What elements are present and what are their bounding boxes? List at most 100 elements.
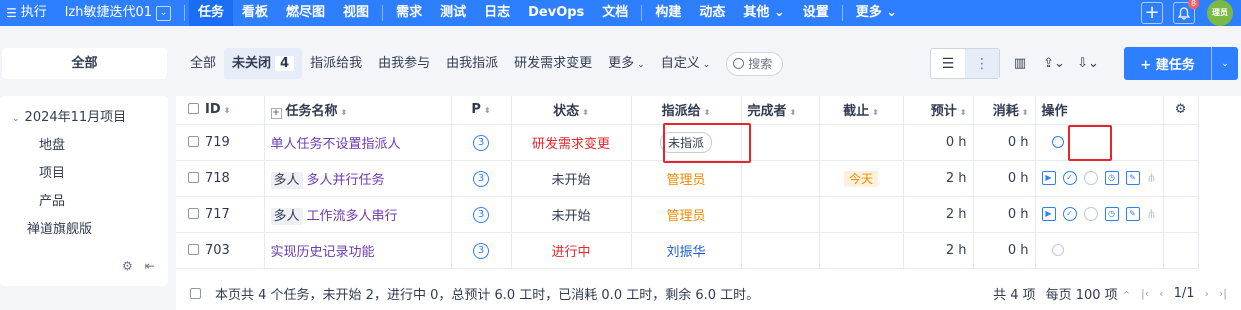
tree-root-item[interactable]: ⌄ 2024年11月项目 xyxy=(12,106,126,125)
start-icon[interactable]: ▶ xyxy=(1041,207,1056,221)
last-page-icon[interactable]: ›| xyxy=(1219,287,1227,300)
sort-icon[interactable]: ⬍ xyxy=(484,106,491,115)
col-status[interactable]: 状态 ⬍ xyxy=(511,96,632,125)
project-switcher[interactable]: lzh敏捷迭代01 ⌄ xyxy=(56,0,180,26)
table-row[interactable]: 718 多人 多人并行任务 3 未开始 管理员 今天 2 h 0 h ▶ ✓ ◷ … xyxy=(176,160,1199,197)
create-task-button[interactable]: + 建任务 ⌄ xyxy=(1124,47,1238,80)
col-id[interactable]: ID ⬍ xyxy=(176,96,265,125)
filter-participated[interactable]: 由我参与 xyxy=(370,48,438,79)
nav-tab-view[interactable]: 视图 xyxy=(334,0,378,26)
column-settings-gear-icon[interactable]: ⚙ xyxy=(1163,96,1199,125)
col-finished-by[interactable]: 完成者 ⬍ xyxy=(741,96,820,125)
next-page-icon[interactable]: › xyxy=(1204,287,1208,300)
footer-select-checkbox[interactable] xyxy=(190,287,201,299)
collapse-sidebar-icon[interactable]: ⇤ xyxy=(145,259,155,273)
report-chart-icon[interactable]: ▥ xyxy=(1006,56,1034,71)
col-estimate[interactable]: 预计 ⬍ xyxy=(903,96,974,125)
edit-icon[interactable]: ✎ xyxy=(1125,171,1140,185)
nav-tab-test[interactable]: 测试 xyxy=(431,0,475,26)
row-checkbox[interactable] xyxy=(188,243,199,255)
row-checkbox[interactable] xyxy=(188,171,199,183)
task-name-link[interactable]: 多人并行任务 xyxy=(307,173,385,188)
exec-menu[interactable]: ☰ 执行 xyxy=(0,0,56,26)
nav-tab-log[interactable]: 日志 xyxy=(475,0,519,26)
tree-item-project[interactable]: 项目 xyxy=(39,162,65,181)
sort-icon[interactable]: ⬍ xyxy=(960,108,967,117)
tree-item-product[interactable]: 产品 xyxy=(39,190,65,209)
sort-icon[interactable]: ⬍ xyxy=(790,108,797,117)
filter-unclosed[interactable]: 未关闭 4 xyxy=(224,48,303,79)
per-page-select[interactable]: 每页 100 项 ⌃ xyxy=(1046,284,1131,303)
row-checkbox[interactable] xyxy=(188,207,199,219)
start-icon[interactable]: ▶ xyxy=(1041,171,1056,185)
task-name-link[interactable]: 工作流多人串行 xyxy=(307,209,398,224)
nav-tab-other[interactable]: 其他 ⌄ xyxy=(734,0,793,26)
expand-all-icon[interactable]: + xyxy=(270,108,282,120)
sort-icon[interactable]: ⬍ xyxy=(341,108,348,117)
pause-power-icon[interactable] xyxy=(1083,171,1098,185)
col-name[interactable]: + 任务名称 ⬍ xyxy=(264,96,452,125)
col-pri[interactable]: P ⬍ xyxy=(451,96,512,125)
split-task-icon[interactable]: ⋔ xyxy=(1147,207,1157,221)
task-name-link[interactable]: 实现历史记录功能 xyxy=(271,245,375,260)
chevron-down-icon[interactable]: ⌄ xyxy=(1212,59,1238,69)
search-button[interactable]: 搜索 xyxy=(726,51,784,76)
edit-icon[interactable]: ✎ xyxy=(1125,207,1140,221)
filter-assigned-to-me[interactable]: 指派给我 xyxy=(302,48,370,79)
nav-tab-kanban[interactable]: 看板 xyxy=(233,0,277,26)
row-checkbox[interactable] xyxy=(188,135,199,147)
sort-icon[interactable]: ⬍ xyxy=(704,108,711,117)
gear-icon[interactable]: ⚙ xyxy=(122,259,133,273)
sort-icon[interactable]: ⬍ xyxy=(582,108,589,117)
filter-all[interactable]: 全部 xyxy=(182,48,224,79)
avatar[interactable]: 理员 xyxy=(1207,0,1233,26)
nav-tab-build[interactable]: 构建 xyxy=(646,0,690,26)
chevron-down-icon[interactable]: ⌄ xyxy=(12,114,20,124)
filter-custom[interactable]: 自定义 ⌄ xyxy=(653,48,719,79)
nav-tab-task[interactable]: 任务 xyxy=(189,0,234,26)
col-consumed[interactable]: 消耗 ⬍ xyxy=(973,96,1036,125)
col-deadline[interactable]: 截止 ⬍ xyxy=(819,96,904,125)
assign-button[interactable]: 管理员 xyxy=(666,173,705,188)
sort-icon[interactable]: ⬍ xyxy=(1022,108,1029,117)
finish-check-icon[interactable]: ✓ xyxy=(1062,171,1077,185)
first-page-icon[interactable]: |‹ xyxy=(1141,287,1149,300)
record-time-clock-icon[interactable]: ◷ xyxy=(1104,207,1119,221)
import-icon[interactable]: ⇩⌄ xyxy=(1074,56,1102,71)
search-icon[interactable] xyxy=(1051,244,1064,256)
table-row[interactable]: 717 多人 工作流多人串行 3 未开始 管理员 2 h 0 h ▶ ✓ ◷ ✎ … xyxy=(176,196,1199,233)
nav-tab-more[interactable]: 更多 ⌄ xyxy=(847,0,906,26)
task-name-link[interactable]: 单人任务不设置指派人 xyxy=(271,137,401,152)
nav-tab-dynamic[interactable]: 动态 xyxy=(690,0,734,26)
table-row[interactable]: 703 实现历史记录功能 3 进行中 刘振华 2 h 0 h xyxy=(176,232,1199,269)
nav-tab-devops[interactable]: DevOps xyxy=(519,0,593,26)
export-icon[interactable]: ⇪⌄ xyxy=(1040,56,1068,71)
notifications-button[interactable]: 8 xyxy=(1173,0,1199,24)
col-assigned[interactable]: 指派给 ⬍ xyxy=(631,96,742,125)
sort-icon[interactable]: ⬍ xyxy=(872,108,879,117)
assign-button[interactable]: 管理员 xyxy=(666,209,705,224)
record-time-clock-icon[interactable]: ◷ xyxy=(1104,171,1119,185)
filter-req-change[interactable]: 研发需求变更 xyxy=(506,48,600,79)
nav-tab-settings[interactable]: 设置 xyxy=(794,0,838,26)
nav-tab-burndown[interactable]: 燃尽图 xyxy=(277,0,334,26)
nav-tab-doc[interactable]: 文档 xyxy=(593,0,637,26)
quick-create-plus-icon[interactable]: + xyxy=(1141,2,1163,24)
prev-page-icon[interactable]: ‹ xyxy=(1159,287,1163,300)
tree-item-zentao[interactable]: 禅道旗舰版 xyxy=(27,218,92,237)
finish-check-icon[interactable]: ✓ xyxy=(1062,207,1077,221)
tree-item-dipan[interactable]: 地盘 xyxy=(39,134,65,153)
search-icon[interactable] xyxy=(1051,136,1064,148)
filter-assigned-by-me[interactable]: 由我指派 xyxy=(438,48,506,79)
split-task-icon[interactable]: ⋔ xyxy=(1147,171,1157,185)
filter-more[interactable]: 更多 ⌄ xyxy=(600,48,653,79)
chevron-down-icon[interactable]: ⌄ xyxy=(156,5,171,21)
pause-power-icon[interactable] xyxy=(1083,207,1098,221)
module-all-header[interactable]: 全部 xyxy=(2,48,167,79)
sort-icon[interactable]: ⬍ xyxy=(224,106,231,115)
list-view-icon[interactable]: ☰ xyxy=(931,49,965,78)
tree-view-icon[interactable]: ⋮ xyxy=(965,49,999,78)
select-all-checkbox[interactable] xyxy=(188,103,199,115)
assign-button[interactable]: 刘振华 xyxy=(666,245,705,260)
nav-tab-story[interactable]: 需求 xyxy=(387,0,431,26)
